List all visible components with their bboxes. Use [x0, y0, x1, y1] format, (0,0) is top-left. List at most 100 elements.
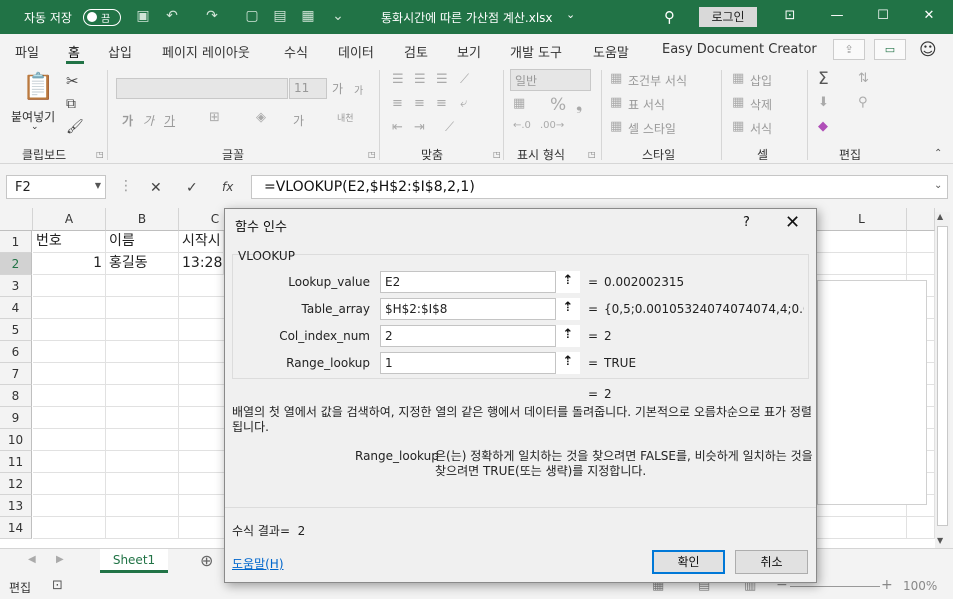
- grid-cell[interactable]: [106, 275, 179, 297]
- grid-cell[interactable]: [106, 407, 179, 429]
- grid-cell[interactable]: [33, 495, 106, 517]
- cut-icon[interactable]: ✂: [66, 72, 79, 90]
- font-grow-button[interactable]: 가: [332, 80, 343, 97]
- tab-developer[interactable]: 개발 도구: [510, 42, 562, 61]
- insert-cells-button[interactable]: 삽입: [750, 72, 772, 89]
- row-header[interactable]: 13: [0, 495, 32, 517]
- maximize-icon[interactable]: ☐: [874, 8, 892, 23]
- undo-icon[interactable]: ↶: [163, 8, 181, 26]
- grid-cell[interactable]: [106, 297, 179, 319]
- number-launcher-icon[interactable]: ◳: [588, 150, 596, 159]
- grid-cell[interactable]: [106, 517, 179, 539]
- italic-button[interactable]: 가: [143, 112, 154, 129]
- align-top-icon[interactable]: ☰: [392, 72, 404, 87]
- tab-easy-document-creator[interactable]: Easy Document Creator: [662, 42, 817, 57]
- decrease-decimal-icon[interactable]: .00→: [540, 120, 564, 131]
- tab-help[interactable]: 도움말: [593, 42, 629, 61]
- grid-cell[interactable]: [907, 517, 935, 539]
- collapse-dialog-icon[interactable]: ⇡: [555, 352, 580, 374]
- save-icon[interactable]: ▣: [134, 8, 152, 26]
- tab-formulas[interactable]: 수식: [284, 42, 308, 61]
- feedback-smiley-icon[interactable]: ☺: [919, 40, 937, 60]
- orientation-icon[interactable]: ⟋: [445, 120, 454, 135]
- paste-icon[interactable]: 📋: [22, 72, 54, 102]
- number-format-select[interactable]: 일반: [510, 69, 591, 91]
- row-header[interactable]: 1: [0, 231, 32, 253]
- font-name-select[interactable]: [116, 78, 288, 99]
- new-file-icon[interactable]: ▢: [243, 8, 261, 26]
- cell-a1[interactable]: 번호: [33, 231, 106, 253]
- format-cells-button[interactable]: 서식: [750, 120, 772, 137]
- grid-cell[interactable]: [106, 473, 179, 495]
- tab-view[interactable]: 보기: [457, 42, 481, 61]
- grid-cell[interactable]: [907, 231, 935, 253]
- column-header-a[interactable]: A: [33, 208, 106, 231]
- tab-review[interactable]: 검토: [404, 42, 428, 61]
- format-as-table-button[interactable]: 표 서식: [628, 96, 665, 113]
- comments-icon[interactable]: ▭: [874, 39, 906, 60]
- cell-b2[interactable]: 홍길동: [106, 253, 179, 275]
- row-header[interactable]: 7: [0, 363, 32, 385]
- accounting-format-icon[interactable]: ▦: [513, 96, 525, 111]
- grid-cell[interactable]: [907, 253, 935, 275]
- row-header[interactable]: 4: [0, 297, 32, 319]
- row-header[interactable]: 12: [0, 473, 32, 495]
- sheet-tab-sheet1[interactable]: Sheet1: [100, 549, 168, 573]
- column-header-b[interactable]: B: [106, 208, 179, 231]
- cell-b1[interactable]: 이름: [106, 231, 179, 253]
- customize-qat-icon[interactable]: ⌄: [329, 8, 347, 26]
- tab-file[interactable]: 파일: [15, 42, 39, 61]
- arg-input-range-lookup[interactable]: 1: [380, 352, 580, 374]
- row-header[interactable]: 11: [0, 451, 32, 473]
- grid-cell[interactable]: [817, 231, 907, 253]
- row-header[interactable]: 10: [0, 429, 32, 451]
- grid-cell[interactable]: [33, 517, 106, 539]
- percent-icon[interactable]: %: [550, 95, 566, 115]
- cell-c1[interactable]: 시작시: [179, 231, 224, 253]
- grid-cell[interactable]: [33, 451, 106, 473]
- grid-cell[interactable]: [106, 341, 179, 363]
- grid-cell[interactable]: [33, 297, 106, 319]
- underline-button[interactable]: 가: [164, 112, 175, 129]
- find-select-icon[interactable]: ⚲: [858, 95, 868, 110]
- arg-input-table-array[interactable]: $H$2:$I$8: [380, 298, 580, 320]
- copy-icon[interactable]: ⧉: [66, 96, 76, 112]
- tab-data[interactable]: 데이터: [338, 42, 374, 61]
- collapse-ribbon-icon[interactable]: ⌃: [934, 148, 942, 159]
- add-sheet-icon[interactable]: ⊕: [200, 551, 213, 570]
- grid-cell[interactable]: [106, 495, 179, 517]
- row-header[interactable]: 9: [0, 407, 32, 429]
- name-box[interactable]: F2 ▼: [6, 175, 106, 199]
- form-icon[interactable]: ▤: [271, 8, 289, 26]
- borders-icon[interactable]: ⊞: [209, 110, 220, 125]
- text-direction-icon[interactable]: ⟋: [460, 72, 469, 87]
- ribbon-display-icon[interactable]: ⊡: [781, 8, 799, 23]
- help-link[interactable]: 도움말(H): [232, 555, 284, 572]
- fill-color-icon[interactable]: ◈: [256, 110, 266, 125]
- align-right-icon[interactable]: ≡: [436, 96, 447, 111]
- delete-cells-button[interactable]: 삭제: [750, 96, 772, 113]
- redo-icon[interactable]: ↷: [203, 8, 221, 26]
- increase-indent-icon[interactable]: ⇥: [414, 120, 425, 135]
- filename-chevron-down-icon[interactable]: ⌄: [566, 8, 575, 21]
- alignment-launcher-icon[interactable]: ◳: [493, 150, 501, 159]
- align-left-icon[interactable]: ≡: [392, 96, 403, 111]
- sheet-prev-icon[interactable]: ◀: [28, 554, 36, 565]
- cell-a2[interactable]: 1: [33, 253, 106, 275]
- grid-cell[interactable]: [33, 407, 106, 429]
- collapse-dialog-icon[interactable]: ⇡: [555, 298, 580, 320]
- cancel-entry-icon[interactable]: ✕: [150, 180, 162, 196]
- sort-filter-icon[interactable]: ⇅: [858, 71, 869, 86]
- tab-page-layout[interactable]: 페이지 레이아웃: [162, 42, 250, 61]
- grid-cell[interactable]: [106, 319, 179, 341]
- format-painter-icon[interactable]: 🖌: [66, 119, 84, 135]
- bold-button[interactable]: 가: [122, 112, 133, 129]
- wrap-text-icon[interactable]: ⤶: [460, 96, 467, 111]
- confirm-entry-icon[interactable]: ✓: [186, 180, 198, 196]
- grid-cell[interactable]: [33, 363, 106, 385]
- row-header[interactable]: 14: [0, 517, 32, 539]
- font-size-select[interactable]: 11: [289, 78, 327, 99]
- align-middle-icon[interactable]: ☰: [414, 72, 426, 87]
- align-center-icon[interactable]: ≡: [414, 96, 425, 111]
- scroll-up-icon[interactable]: ▲: [937, 212, 943, 221]
